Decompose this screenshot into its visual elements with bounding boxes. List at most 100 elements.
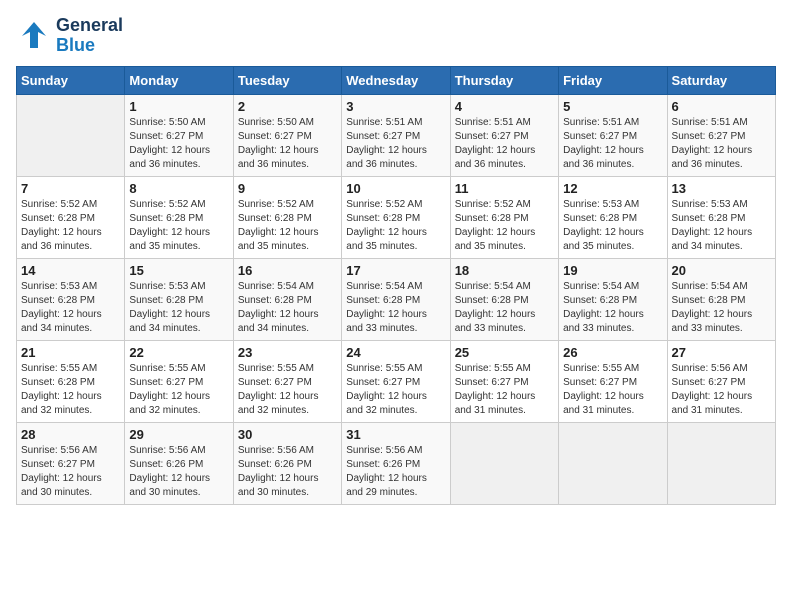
day-info: Sunrise: 5:56 AM Sunset: 6:26 PM Dayligh… (129, 444, 228, 500)
calendar-cell: 14 Sunrise: 5:53 AM Sunset: 6:28 PM Dayli… (17, 258, 125, 340)
day-info: Sunrise: 5:51 AM Sunset: 6:27 PM Dayligh… (672, 116, 771, 172)
calendar-day-header: Tuesday (233, 66, 341, 94)
day-number: 27 (672, 345, 771, 360)
calendar-week-row: 7 Sunrise: 5:52 AM Sunset: 6:28 PM Daylig… (17, 176, 776, 258)
day-number: 17 (346, 263, 445, 278)
calendar-week-row: 28 Sunrise: 5:56 AM Sunset: 6:27 PM Dayli… (17, 422, 776, 504)
calendar-cell: 23 Sunrise: 5:55 AM Sunset: 6:27 PM Dayli… (233, 340, 341, 422)
day-number: 12 (563, 181, 662, 196)
day-info: Sunrise: 5:52 AM Sunset: 6:28 PM Dayligh… (346, 198, 445, 254)
calendar-cell: 21 Sunrise: 5:55 AM Sunset: 6:28 PM Dayli… (17, 340, 125, 422)
day-info: Sunrise: 5:56 AM Sunset: 6:27 PM Dayligh… (21, 444, 120, 500)
day-info: Sunrise: 5:51 AM Sunset: 6:27 PM Dayligh… (455, 116, 554, 172)
day-info: Sunrise: 5:54 AM Sunset: 6:28 PM Dayligh… (346, 280, 445, 336)
calendar-cell: 25Sunrise: 5:55 AM Sunset: 6:27 PM Dayli… (450, 340, 558, 422)
calendar-cell: 17 Sunrise: 5:54 AM Sunset: 6:28 PM Dayli… (342, 258, 450, 340)
day-number: 9 (238, 181, 337, 196)
day-number: 16 (238, 263, 337, 278)
day-info: Sunrise: 5:54 AM Sunset: 6:28 PM Dayligh… (455, 280, 554, 336)
day-number: 13 (672, 181, 771, 196)
day-info: Sunrise: 5:53 AM Sunset: 6:28 PM Dayligh… (563, 198, 662, 254)
calendar-day-header: Wednesday (342, 66, 450, 94)
day-info: Sunrise: 5:55 AM Sunset: 6:28 PM Dayligh… (21, 362, 120, 418)
day-info: Sunrise: 5:56 AM Sunset: 6:27 PM Dayligh… (672, 362, 771, 418)
day-number: 23 (238, 345, 337, 360)
day-number: 28 (21, 427, 120, 442)
calendar-cell: 28 Sunrise: 5:56 AM Sunset: 6:27 PM Dayli… (17, 422, 125, 504)
logo-icon (16, 18, 52, 54)
day-info: Sunrise: 5:53 AM Sunset: 6:28 PM Dayligh… (129, 280, 228, 336)
calendar-cell: 5 Sunrise: 5:51 AM Sunset: 6:27 PM Daylig… (559, 94, 667, 176)
calendar-day-header: Sunday (17, 66, 125, 94)
day-number: 2 (238, 99, 337, 114)
day-number: 10 (346, 181, 445, 196)
day-info: Sunrise: 5:50 AM Sunset: 6:27 PM Dayligh… (129, 116, 228, 172)
day-info: Sunrise: 5:52 AM Sunset: 6:28 PM Dayligh… (238, 198, 337, 254)
calendar-cell (559, 422, 667, 504)
calendar-cell: 22 Sunrise: 5:55 AM Sunset: 6:27 PM Dayli… (125, 340, 233, 422)
day-number: 14 (21, 263, 120, 278)
day-info: Sunrise: 5:55 AM Sunset: 6:27 PM Dayligh… (238, 362, 337, 418)
calendar-day-header: Saturday (667, 66, 775, 94)
calendar-cell: 1 Sunrise: 5:50 AM Sunset: 6:27 PM Daylig… (125, 94, 233, 176)
calendar-cell: 13 Sunrise: 5:53 AM Sunset: 6:28 PM Dayli… (667, 176, 775, 258)
logo-text: GeneralBlue (56, 16, 123, 56)
day-number: 1 (129, 99, 228, 114)
calendar-cell: 15 Sunrise: 5:53 AM Sunset: 6:28 PM Dayli… (125, 258, 233, 340)
day-info: Sunrise: 5:56 AM Sunset: 6:26 PM Dayligh… (346, 444, 445, 500)
day-number: 5 (563, 99, 662, 114)
day-number: 3 (346, 99, 445, 114)
calendar-cell: 3 Sunrise: 5:51 AM Sunset: 6:27 PM Daylig… (342, 94, 450, 176)
calendar-week-row: 14 Sunrise: 5:53 AM Sunset: 6:28 PM Dayli… (17, 258, 776, 340)
calendar-cell: 7Sunrise: 5:52 AM Sunset: 6:28 PM Daylig… (17, 176, 125, 258)
calendar-day-header: Friday (559, 66, 667, 94)
day-info: Sunrise: 5:53 AM Sunset: 6:28 PM Dayligh… (21, 280, 120, 336)
day-number: 18 (455, 263, 554, 278)
calendar-day-header: Monday (125, 66, 233, 94)
calendar-cell: 10 Sunrise: 5:52 AM Sunset: 6:28 PM Dayli… (342, 176, 450, 258)
calendar-cell (17, 94, 125, 176)
day-number: 26 (563, 345, 662, 360)
day-info: Sunrise: 5:50 AM Sunset: 6:27 PM Dayligh… (238, 116, 337, 172)
day-number: 21 (21, 345, 120, 360)
day-number: 7 (21, 181, 120, 196)
calendar-cell (667, 422, 775, 504)
day-info: Sunrise: 5:54 AM Sunset: 6:28 PM Dayligh… (238, 280, 337, 336)
calendar-cell: 24Sunrise: 5:55 AM Sunset: 6:27 PM Dayli… (342, 340, 450, 422)
calendar-table: SundayMondayTuesdayWednesdayThursdayFrid… (16, 66, 776, 505)
calendar-cell: 11Sunrise: 5:52 AM Sunset: 6:28 PM Dayli… (450, 176, 558, 258)
day-info: Sunrise: 5:51 AM Sunset: 6:27 PM Dayligh… (346, 116, 445, 172)
calendar-header-row: SundayMondayTuesdayWednesdayThursdayFrid… (17, 66, 776, 94)
day-info: Sunrise: 5:53 AM Sunset: 6:28 PM Dayligh… (672, 198, 771, 254)
day-info: Sunrise: 5:55 AM Sunset: 6:27 PM Dayligh… (455, 362, 554, 418)
calendar-cell: 2 Sunrise: 5:50 AM Sunset: 6:27 PM Daylig… (233, 94, 341, 176)
calendar-cell: 19Sunrise: 5:54 AM Sunset: 6:28 PM Dayli… (559, 258, 667, 340)
calendar-day-header: Thursday (450, 66, 558, 94)
calendar-cell: 9 Sunrise: 5:52 AM Sunset: 6:28 PM Daylig… (233, 176, 341, 258)
calendar-cell: 20Sunrise: 5:54 AM Sunset: 6:28 PM Dayli… (667, 258, 775, 340)
day-info: Sunrise: 5:52 AM Sunset: 6:28 PM Dayligh… (129, 198, 228, 254)
day-number: 24 (346, 345, 445, 360)
day-info: Sunrise: 5:52 AM Sunset: 6:28 PM Dayligh… (455, 198, 554, 254)
logo: GeneralBlue (16, 16, 123, 56)
day-info: Sunrise: 5:51 AM Sunset: 6:27 PM Dayligh… (563, 116, 662, 172)
day-number: 8 (129, 181, 228, 196)
day-number: 15 (129, 263, 228, 278)
calendar-cell: 27 Sunrise: 5:56 AM Sunset: 6:27 PM Dayli… (667, 340, 775, 422)
calendar-week-row: 1 Sunrise: 5:50 AM Sunset: 6:27 PM Daylig… (17, 94, 776, 176)
calendar-cell: 8 Sunrise: 5:52 AM Sunset: 6:28 PM Daylig… (125, 176, 233, 258)
calendar-cell: 12 Sunrise: 5:53 AM Sunset: 6:28 PM Dayli… (559, 176, 667, 258)
day-number: 31 (346, 427, 445, 442)
day-number: 22 (129, 345, 228, 360)
day-number: 20 (672, 263, 771, 278)
calendar-cell: 16 Sunrise: 5:54 AM Sunset: 6:28 PM Dayli… (233, 258, 341, 340)
calendar-week-row: 21 Sunrise: 5:55 AM Sunset: 6:28 PM Dayli… (17, 340, 776, 422)
day-info: Sunrise: 5:55 AM Sunset: 6:27 PM Dayligh… (563, 362, 662, 418)
day-number: 6 (672, 99, 771, 114)
day-number: 29 (129, 427, 228, 442)
calendar-cell (450, 422, 558, 504)
calendar-cell: 29 Sunrise: 5:56 AM Sunset: 6:26 PM Dayli… (125, 422, 233, 504)
day-number: 4 (455, 99, 554, 114)
page-header: GeneralBlue (16, 16, 776, 56)
day-info: Sunrise: 5:55 AM Sunset: 6:27 PM Dayligh… (129, 362, 228, 418)
